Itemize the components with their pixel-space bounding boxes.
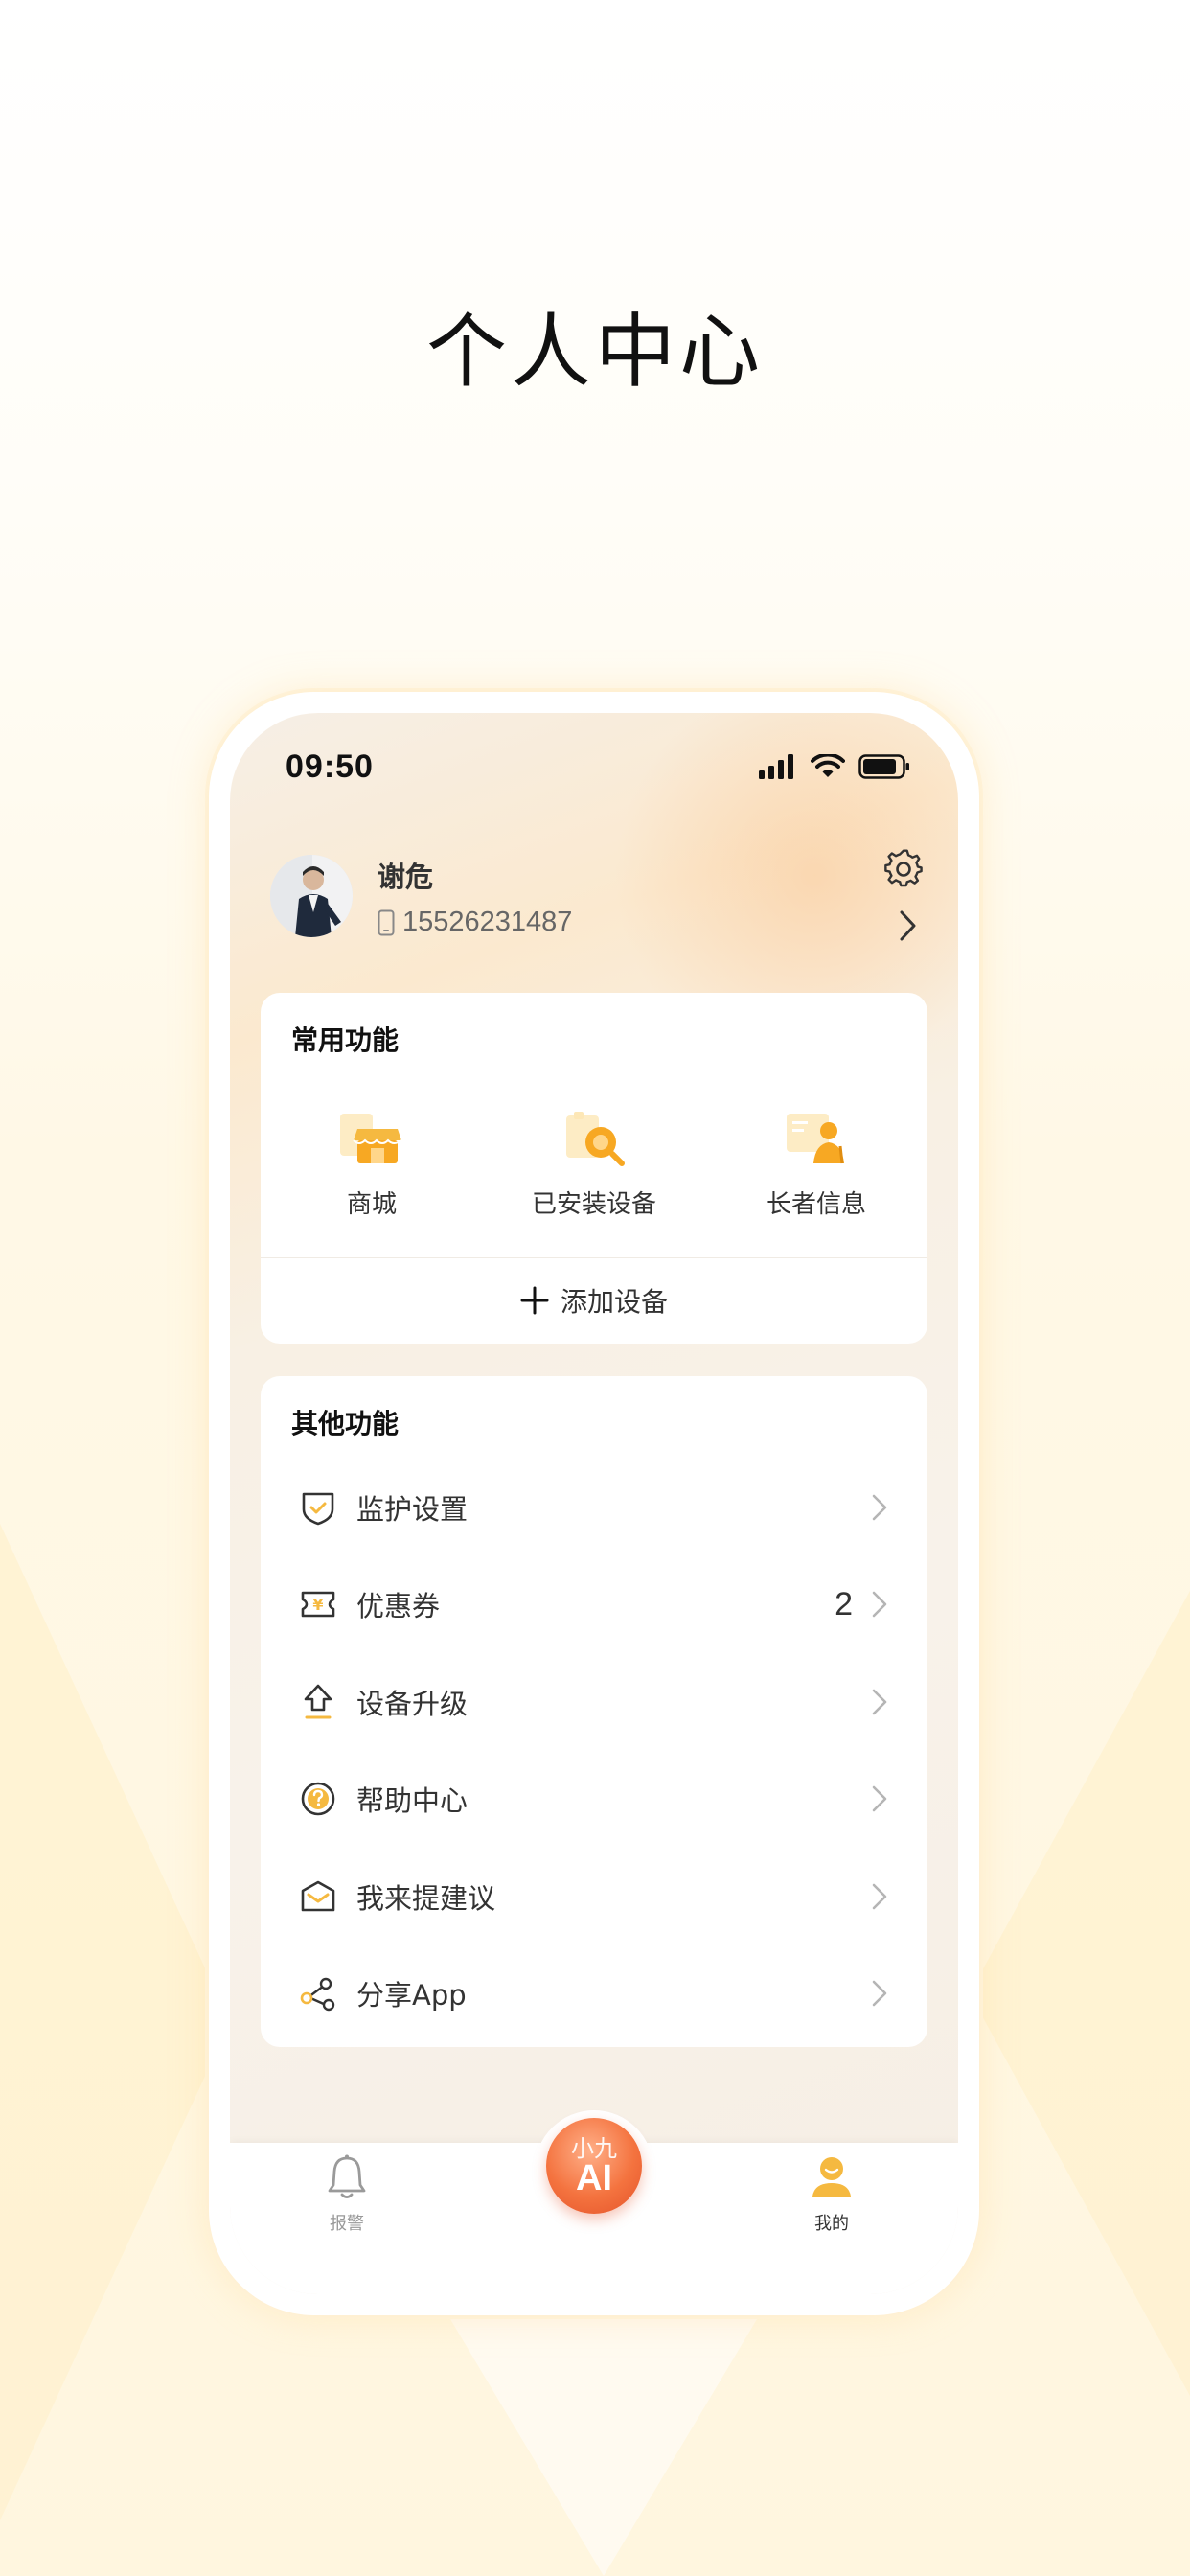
add-device-button[interactable]: 添加设备 [261, 1258, 927, 1343]
shop-icon [340, 1114, 402, 1163]
tab-alarm-label: 报警 [330, 2214, 364, 2234]
chevron-right-icon[interactable] [893, 907, 922, 945]
menu-item-feedback[interactable]: 我来提建议 [261, 1848, 927, 1945]
battery-icon [858, 754, 909, 779]
menu-item-help-center[interactable]: 帮助中心 [261, 1751, 927, 1849]
chevron-right-icon [872, 1494, 887, 1521]
phone-frame: 09:50 谢危 15526231487 常用功能 商城 已安装设备 长者信息 … [209, 692, 979, 2315]
share-icon [300, 1978, 335, 2012]
tab-mine[interactable]: 我的 [774, 2152, 889, 2235]
menu-label: 帮助中心 [356, 1784, 469, 1818]
status-time: 09:50 [286, 748, 374, 785]
func-label-elder-info: 长者信息 [766, 1190, 866, 1219]
elder-info-icon [787, 1114, 844, 1164]
other-functions-title: 其他功能 [291, 1408, 400, 1439]
menu-label: 优惠券 [356, 1590, 441, 1623]
chevron-right-icon [872, 1980, 887, 2007]
menu-label: 我来提建议 [356, 1881, 496, 1915]
bell-icon [328, 2154, 366, 2198]
feedback-mail-icon [301, 1880, 335, 1912]
func-item-installed-devices[interactable]: 已安装设备 [483, 1108, 705, 1220]
ai-button-label: AI [576, 2158, 612, 2198]
menu-item-device-upgrade[interactable]: 设备升级 [261, 1653, 927, 1751]
background-shape-right [970, 1591, 1190, 2396]
svg-text:¥: ¥ [312, 1596, 323, 1614]
common-functions-title: 常用功能 [291, 1024, 400, 1056]
poster-title: 个人中心 [425, 305, 764, 399]
other-functions-card: 其他功能 监护设置 ¥ 优惠券 2 设备升级 帮助中心 我来提建议 分享App [261, 1376, 927, 2047]
coupon-count: 2 [835, 1585, 853, 1622]
menu-label: 监护设置 [356, 1492, 469, 1526]
chevron-right-icon [872, 1689, 887, 1715]
user-name: 谢危 [378, 861, 434, 893]
mobile-phone-icon [378, 909, 395, 935]
func-label-shop: 商城 [346, 1190, 397, 1219]
chevron-right-icon [872, 1785, 887, 1812]
app-screen: 09:50 谢危 15526231487 常用功能 商城 已安装设备 长者信息 … [230, 713, 958, 2294]
profile-header[interactable]: 谢危 15526231487 [270, 847, 926, 962]
status-icons [759, 754, 910, 779]
plus-icon [520, 1286, 549, 1315]
func-item-shop[interactable]: 商城 [261, 1108, 483, 1220]
wifi-icon [811, 754, 845, 777]
status-bar: 09:50 [286, 746, 910, 788]
common-functions-card: 常用功能 商城 已安装设备 长者信息 添加设备 [261, 993, 927, 1344]
chevron-right-icon [872, 1591, 887, 1618]
user-phone: 15526231487 [402, 907, 573, 937]
upgrade-icon [304, 1684, 332, 1719]
ai-assistant-button[interactable]: 小九 AI [546, 2118, 642, 2214]
background-shape-left [0, 1524, 230, 2520]
menu-item-share-app[interactable]: 分享App [261, 1945, 927, 2043]
background-shape-bottom [450, 2319, 757, 2576]
menu-label: 分享App [356, 1979, 467, 2012]
menu-item-coupons[interactable]: ¥ 优惠券 2 [261, 1556, 927, 1654]
menu-list: 监护设置 ¥ 优惠券 2 设备升级 帮助中心 我来提建议 分享App [261, 1459, 927, 2042]
phone-row: 15526231487 [378, 907, 572, 938]
func-label-installed-devices: 已安装设备 [531, 1190, 656, 1219]
avatar[interactable] [270, 855, 353, 937]
add-device-label: 添加设备 [560, 1286, 668, 1318]
menu-item-monitor-settings[interactable]: 监护设置 [261, 1459, 927, 1556]
common-functions-grid: 商城 已安装设备 长者信息 [261, 1108, 927, 1220]
tab-bar: 报警 小九 AI 我的 [230, 2110, 958, 2294]
menu-label: 设备升级 [356, 1687, 469, 1720]
func-item-elder-info[interactable]: 长者信息 [705, 1108, 927, 1220]
ai-button-small-label: 小九 [571, 2135, 617, 2162]
coupon-icon: ¥ [301, 1591, 335, 1618]
gear-icon[interactable] [881, 847, 926, 891]
user-icon [812, 2157, 851, 2196]
installed-device-icon [566, 1112, 625, 1166]
tab-alarm[interactable]: 报警 [289, 2152, 404, 2235]
tab-mine-label: 我的 [814, 2214, 849, 2234]
chevron-right-icon [872, 1883, 887, 1910]
shield-check-icon [302, 1492, 334, 1526]
signal-icon [759, 754, 793, 779]
help-icon [301, 1782, 335, 1816]
